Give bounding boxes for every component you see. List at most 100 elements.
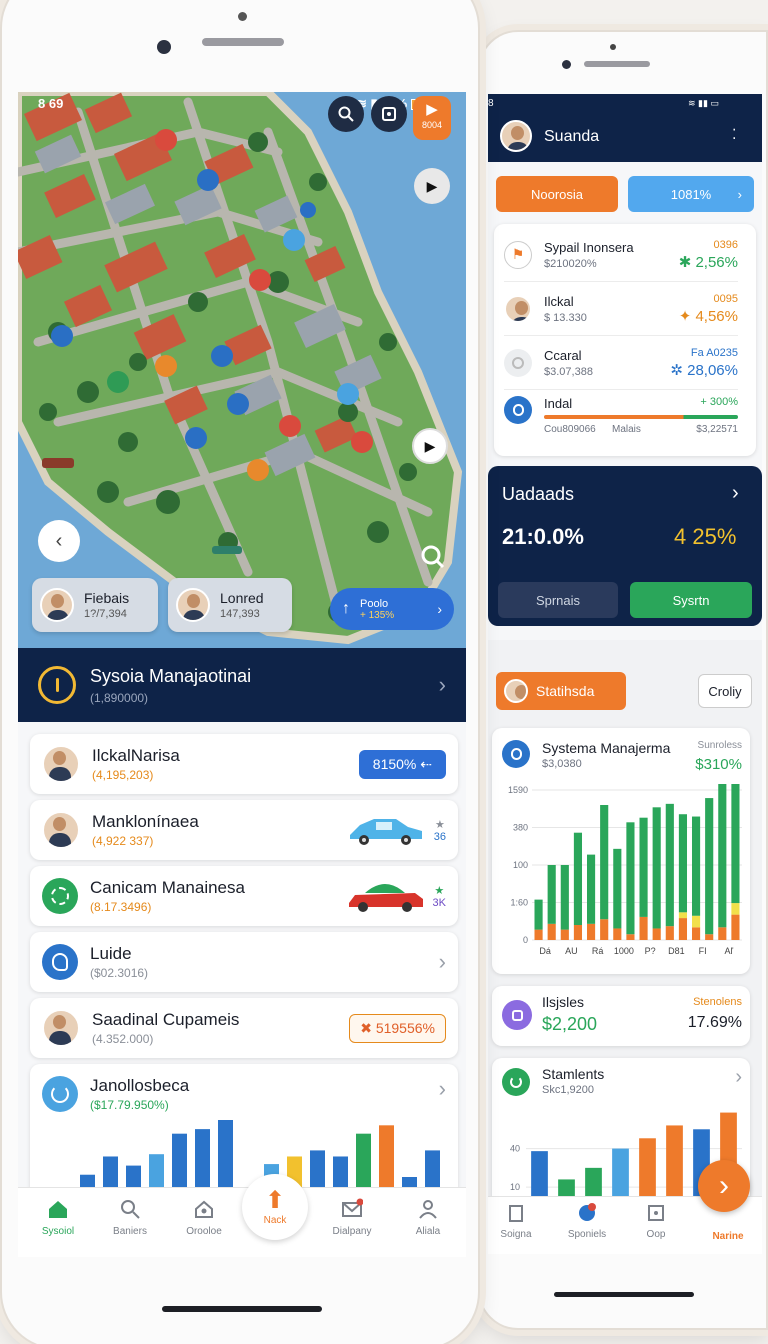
nav-item-profile[interactable]: Aliala [396,1198,460,1237]
map-search-button[interactable] [328,96,364,132]
earpiece-speaker [584,61,650,67]
person-name: Fiebais [84,590,130,606]
tab-left[interactable]: Noorosia [496,176,618,212]
row-trailing-value: 36 [433,830,446,843]
avatar [504,679,528,703]
bar-chart-card[interactable]: Systema Manajerma $3,0380 Sunroless $310… [492,728,750,974]
map-video-button[interactable]: ▶ [412,428,448,464]
star-icon: ★ [434,884,445,897]
phone-left: 8 69 ≋ ▮▮▮ % ▶ 8004 ▶ ▶ [0,0,480,1344]
row-subtitle-2: Malais [612,424,641,435]
row-title: Janollosbeca [90,1076,190,1095]
row-title: Saadinal Cupameis [92,1010,240,1029]
dark-summary-card[interactable]: Uadaads › 21:0.0% 4 25% Sprnais Sysrtn [488,466,762,626]
nav-label: Dialpany [332,1226,372,1237]
list-item[interactable]: Ilckal $ 13.330 0095 ✦ 4,56% [504,282,738,336]
nav-center-button[interactable]: ⬆ Nack [242,1174,308,1240]
map-illustration [18,92,466,648]
earpiece-speaker [202,38,284,46]
grid-icon [648,1205,664,1221]
secondary-button[interactable]: Sprnais [498,582,618,618]
stat-value: $2,200 [542,1014,598,1034]
map-play-button[interactable]: ▶ [414,168,450,204]
car-icon [349,819,422,845]
tab-right-label: 1081% [670,186,712,202]
banner-title: Sysoia Manajaotinai [90,665,252,686]
list-item[interactable]: Ccaral $3.07,388 Fa A0235 ✲ 28,06% [504,336,738,390]
avatar [176,588,210,622]
more-icon[interactable]: ⁚ [732,126,736,143]
chart-card[interactable]: Janollosbeca ($17.79.950%) › [30,1064,458,1204]
chart-bar [379,1125,394,1196]
stat-card[interactable]: Ilsjsles $2,200 Stenolens 17.69% [492,986,750,1046]
nav-item-places[interactable]: Orooloe [172,1198,236,1237]
person-value: 147,393 [220,608,260,620]
right-header: 8 ≋ ▮▮ ▭ Suanda ⁚ [488,94,762,162]
avatar [504,294,532,323]
row-subtitle: (8.17.3496) [90,900,152,914]
stat-top-label: Stenolens [693,996,742,1008]
nav-item-search[interactable]: Baniers [98,1198,162,1237]
list-item[interactable]: Saadinal Cupameis (4.352.000) ✖ 519556% [30,998,458,1058]
home-indicator[interactable] [162,1306,322,1312]
nav-item-narine[interactable]: Narine [694,1231,762,1242]
map-back-button[interactable]: ‹ [38,520,80,562]
chart-bar [626,934,635,940]
row-top-value: + 300% [700,396,738,408]
chart-bar [639,1138,656,1200]
chart-bar [613,928,622,940]
x-tick-label: AU [565,946,578,956]
list-item[interactable]: Canicam Manainesa (8.17.3496) ★ 3K [30,866,458,926]
x-tick-label: Aľ [725,946,734,956]
person-card[interactable]: Fiebais 1?/7,394 [32,578,158,632]
chart-bar [626,822,635,935]
progress-bar [544,415,738,419]
list-item[interactable]: ⚑ Sypail Inonsera $210020% 0396 ✱ 2,56% [504,228,738,282]
person-card[interactable]: Lonred 147,393 [168,578,292,632]
chevron-right-icon: › [438,949,446,974]
nav-item-sponsors[interactable]: Sponiels [552,1203,622,1240]
system-banner[interactable]: Sysoia Manajaotinai (1,890000) › [18,648,466,722]
x-tick-label: 1000 [614,946,634,956]
nav-item-messages[interactable]: Dialpany [320,1198,384,1237]
tab-right[interactable]: 1081% › [628,176,754,212]
star-icon: ★ [434,818,445,831]
house-icon [195,1200,213,1218]
row-subtitle: (4.352.000) [92,1032,154,1046]
row-subtitle: (4,195,203) [92,768,154,782]
square-icon [502,1000,532,1030]
nav-item-signal[interactable]: Soigna [488,1203,544,1240]
list-item[interactable]: IlckalNarisa (4,195,203) 8150% ⇠ [30,734,458,794]
layers-icon [382,107,396,121]
avatar [500,120,532,152]
row-top-value: 0095 [713,292,738,305]
avatar [40,588,74,622]
filter-button[interactable]: Croliy [698,674,752,708]
chart-top-label: Sunroless [697,740,742,751]
chevron-right-icon: › [438,1076,446,1101]
stacked-bar-chart: 0 1:60 100 380 1590 Dá AU Rá 1000 P? D81 FI Aľ [508,784,742,956]
home-indicator[interactable] [554,1292,694,1297]
row-title: Sypail Inonsera [544,239,634,255]
chart-bar [678,814,688,913]
row-badge[interactable]: ✖ 519556% [349,1013,446,1043]
map-user-button[interactable] [414,538,450,574]
chart2-title: Stamlents [542,1066,605,1082]
city-map[interactable]: 8 69 ≋ ▮▮▮ % ▶ 8004 ▶ ▶ [18,92,466,648]
user-icon [419,1200,437,1219]
list-item[interactable]: Manklonínaea (4,922 337) ★ 36 [30,800,458,860]
map-play-pin-button[interactable]: ▶ 8004 [413,96,451,140]
promo-button[interactable]: ↑ Poolo + 135% › [330,588,454,630]
map-layers-button[interactable] [371,96,407,132]
section-badge[interactable]: Statihsda [496,672,626,710]
primary-button[interactable]: Sysrtn [630,582,752,618]
list-item[interactable]: Indal + 300% Cou809066 Malais $3,22571 [504,390,738,448]
nav-item-op[interactable]: Oop [628,1203,684,1240]
list-item[interactable]: Luide ($02.3016) › [30,932,458,992]
next-fab-button[interactable]: › [698,1160,750,1212]
nav-item-home[interactable]: Sysoiol [26,1198,90,1237]
chat-icon [42,944,78,980]
mail-icon [342,1198,363,1217]
row-badge[interactable]: 8150% ⇠ [358,749,446,779]
nav-label: Aliala [415,1226,441,1237]
